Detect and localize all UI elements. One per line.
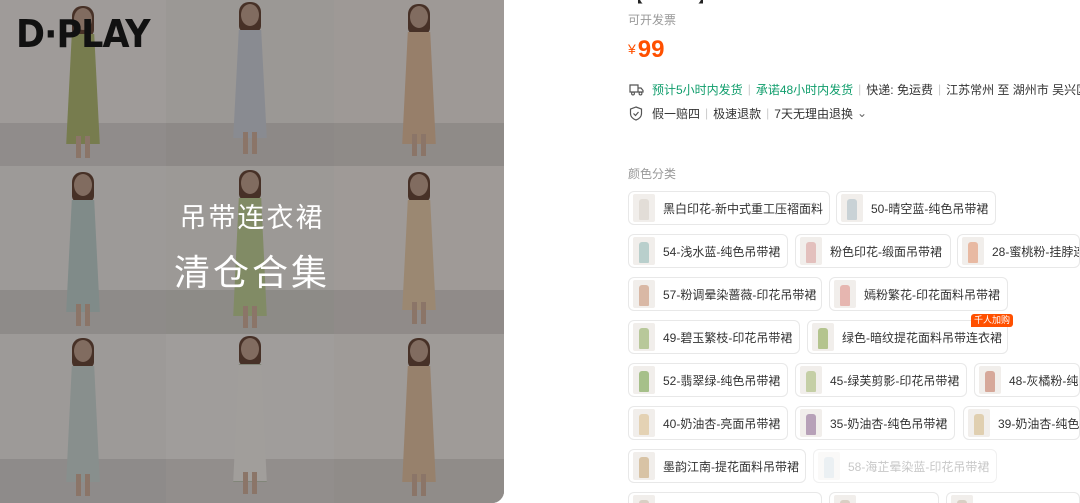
sku-option-label: 48-灰橘粉-纯色吊带裙 (1009, 373, 1079, 388)
sku-option[interactable] (628, 492, 822, 503)
sku-thumbnail (968, 409, 990, 437)
sku-option[interactable]: 57-粉调晕染蔷薇-印花吊带裙 (628, 277, 822, 311)
sku-option-label: 嫣粉繁花-印花面料吊带裙 (864, 287, 1000, 302)
sku-thumbnail (962, 237, 984, 265)
banner-subtitle: 清仓合集 (173, 253, 330, 294)
invoice-note: 可开发票 (628, 13, 677, 27)
sku-option[interactable]: 35-奶油杏-纯色吊带裙 (795, 406, 955, 440)
divider: | (937, 82, 942, 96)
ship-estimate: 预计5小时内发货 (652, 82, 743, 97)
divider: | (766, 106, 770, 120)
sku-option-label: 57-粉调晕染蔷薇-印花吊带裙 (663, 287, 817, 302)
sku-option-label: 绿色-暗纹提花面料吊带连衣裙 (842, 330, 1002, 345)
sku-option-label: 39-奶油杏-纯色吊带裙 (998, 416, 1080, 431)
sku-thumbnail (979, 366, 1001, 394)
sku-option[interactable] (829, 492, 939, 503)
shield-icon (628, 105, 644, 121)
hot-badge: 千人加购 (971, 314, 1014, 327)
sku-option-label: 粉色印花-缎面吊带裙 (830, 244, 942, 259)
sku-option-disabled[interactable]: 58-海芷晕染蓝-印花吊带裙 (813, 449, 997, 483)
sku-option[interactable]: 40-奶油杏-亮面吊带裙 (628, 406, 788, 440)
sku-option[interactable]: 50-晴空蓝-纯色吊带裙 (836, 191, 996, 225)
sku-thumbnail (633, 237, 655, 265)
sku-thumbnail (633, 452, 655, 480)
divider: | (747, 82, 751, 96)
sku-option[interactable] (946, 492, 1080, 503)
sku-option[interactable]: 45-绿芙剪影-印花吊带裙 (795, 363, 967, 397)
sku-option[interactable]: 墨韵江南-提花面料吊带裙 (628, 449, 806, 483)
sku-thumbnail (633, 366, 655, 394)
sku-option-label: 28-蜜桃粉-挂脖连衣裙 (992, 244, 1079, 259)
sku-option-label: 墨韵江南-提花面料吊带裙 (663, 459, 799, 474)
price-value: 99 (637, 36, 665, 63)
shipping-row: 预计5小时内发货 | 承诺48小时内发货 | 快递: 免运费 | 江苏常州 至 … (628, 79, 1080, 99)
sku-option[interactable]: 黑白印花-新中式重工压褶面料 (628, 191, 830, 225)
product-banner-image: D·PLAY 吊带连衣裙 清仓合集 (0, 0, 504, 503)
sku-option-label: 35-奶油杏-纯色吊带裙 (830, 416, 948, 431)
ship-promise: 承诺48小时内发货 (755, 82, 854, 97)
sku-option-label: 52-翡翠绿-纯色吊带裙 (663, 373, 781, 388)
sku-thumbnail (800, 237, 822, 265)
currency-symbol: ¥ (628, 41, 636, 57)
sku-option-label: 54-浅水蓝-纯色吊带裙 (663, 244, 781, 259)
sku-option-label: 49-碧玉繁枝-印花吊带裙 (663, 330, 793, 345)
sku-option-label: 40-奶油杏-亮面吊带裙 (663, 416, 781, 431)
sku-thumbnail (800, 409, 822, 437)
sku-option[interactable]: 48-灰橘粉-纯色吊带裙 (974, 363, 1080, 397)
sku-option[interactable]: 52-翡翠绿-纯色吊带裙 (628, 363, 788, 397)
sku-option[interactable]: 49-碧玉繁枝-印花吊带裙 (628, 320, 800, 354)
product-info-panel: 【···········】·············· 可开发票 ¥99 预计5… (628, 0, 1080, 503)
sku-option[interactable]: 嫣粉繁花-印花面料吊带裙 (829, 277, 1008, 311)
sku-thumbnail (633, 194, 655, 222)
guarantee-fake-compensation[interactable]: 假一赔四 (652, 105, 700, 122)
sku-option[interactable]: 28-蜜桃粉-挂脖连衣裙 (957, 234, 1080, 268)
product-title: 【···········】·············· (628, 0, 775, 7)
sku-thumbnail (812, 323, 834, 351)
shipping-route[interactable]: 江苏常州 至 湖州市 吴兴区 (946, 81, 1080, 98)
divider: | (705, 106, 709, 120)
sku-thumbnail (633, 409, 655, 437)
sku-thumbnail (633, 495, 655, 503)
sku-thumbnail (633, 280, 655, 308)
express-fee: 快递: 免运费 (866, 82, 933, 97)
sku-section-label: 颜色分类 (628, 167, 677, 181)
sku-thumbnail (834, 495, 856, 503)
price: ¥99 (628, 36, 665, 64)
sku-option[interactable]: 39-奶油杏-纯色吊带裙 (963, 406, 1080, 440)
divider: | (858, 82, 862, 96)
sku-option-label: 58-海芷晕染蓝-印花吊带裙 (848, 459, 990, 474)
guarantee-return-policy[interactable]: 7天无理由退换 (774, 105, 853, 122)
chevron-down-icon[interactable]: ⌄ (857, 106, 867, 120)
sku-thumbnail (633, 323, 655, 351)
brand-logo: D·PLAY (16, 12, 151, 56)
truck-icon (628, 81, 644, 97)
banner-title: 吊带连衣裙 (179, 203, 325, 234)
sku-option-label: 黑白印花-新中式重工压褶面料 (663, 201, 823, 216)
guarantee-row: 假一赔四 | 极速退款 | 7天无理由退换 ⌄ (628, 103, 867, 123)
sku-thumbnail (834, 280, 856, 308)
sku-thumbnail (841, 194, 863, 222)
guarantee-fast-refund[interactable]: 极速退款 (713, 105, 761, 122)
sku-option[interactable]: 粉色印花-缎面吊带裙 (795, 234, 951, 268)
sku-option[interactable]: 54-浅水蓝-纯色吊带裙 (628, 234, 788, 268)
sku-thumbnail (951, 495, 973, 503)
sku-option-label: 50-晴空蓝-纯色吊带裙 (871, 201, 989, 216)
sku-thumbnail (818, 452, 840, 480)
sku-thumbnail (800, 366, 822, 394)
sku-option-label: 45-绿芙剪影-印花吊带裙 (830, 373, 960, 388)
